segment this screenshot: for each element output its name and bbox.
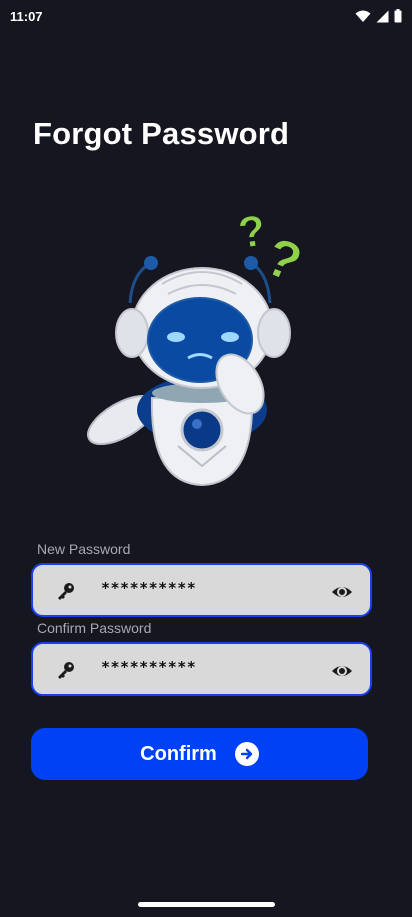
page-title: Forgot Password <box>33 116 290 151</box>
confused-robot-illustration: ? ? <box>87 205 310 487</box>
confirm-button-label: Confirm <box>140 742 217 765</box>
svg-text:?: ? <box>235 206 268 258</box>
confirm-password-label: Confirm Password <box>37 620 152 636</box>
confirm-password-value[interactable]: ********** <box>101 658 196 676</box>
status-icons <box>355 9 402 23</box>
status-bar: 11:07 <box>0 0 412 32</box>
confirm-button[interactable]: Confirm <box>31 728 368 780</box>
eye-icon[interactable] <box>331 581 353 603</box>
new-password-value[interactable]: ********** <box>101 579 196 597</box>
battery-icon <box>394 9 402 23</box>
key-icon <box>58 662 74 679</box>
key-icon <box>58 583 74 600</box>
status-time: 11:07 <box>10 8 43 24</box>
signal-icon <box>376 10 389 22</box>
eye-icon[interactable] <box>331 660 353 682</box>
arrow-right-icon <box>234 742 259 766</box>
new-password-label: New Password <box>37 541 131 557</box>
wifi-icon <box>355 10 371 22</box>
confirm-password-field[interactable]: ********** <box>31 642 372 696</box>
new-password-field[interactable]: ********** <box>31 563 372 617</box>
home-indicator[interactable] <box>138 902 275 907</box>
